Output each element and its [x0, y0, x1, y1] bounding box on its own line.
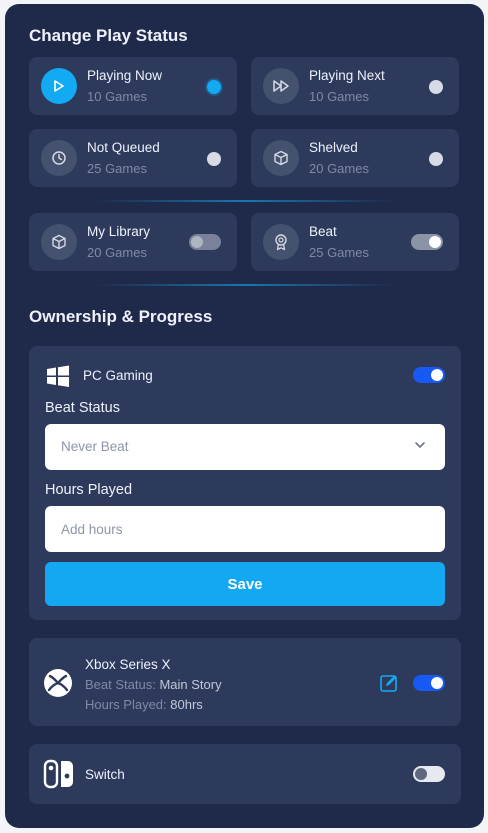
- toggle-knob: [431, 677, 443, 689]
- meta-value: 80hrs: [170, 697, 203, 712]
- toggle-card-label: Beat: [309, 224, 337, 239]
- award-icon: [263, 224, 299, 260]
- pc-gaming-card: PC Gaming Beat Status Never Beat Hours P…: [29, 346, 461, 620]
- meta-key: Beat Status:: [85, 677, 156, 692]
- beat-toggle[interactable]: [411, 234, 443, 250]
- divider: [95, 200, 395, 202]
- status-option-label: Not Queued: [87, 140, 160, 155]
- status-option-playing-next[interactable]: Playing Next 10 Games: [251, 57, 459, 115]
- divider: [95, 284, 395, 286]
- status-option-not-queued[interactable]: Not Queued 25 Games: [29, 129, 237, 187]
- beat-status-value: Never Beat: [61, 439, 129, 454]
- clock-icon: [41, 140, 77, 176]
- status-option-count: 20 Games: [309, 161, 369, 176]
- status-option-label: Shelved: [309, 140, 358, 155]
- radio-unselected[interactable]: [429, 152, 443, 166]
- windows-icon: [45, 364, 71, 393]
- save-button[interactable]: Save: [45, 562, 445, 606]
- toggle-knob: [415, 768, 427, 780]
- switch-toggle[interactable]: [413, 766, 445, 782]
- radio-unselected[interactable]: [429, 80, 443, 94]
- status-option-label: Playing Next: [309, 68, 385, 83]
- play-status-panel: Change Play Status Playing Now 10 Games …: [5, 4, 484, 828]
- platform-name: Xbox Series X: [85, 657, 171, 672]
- play-icon: [41, 68, 77, 104]
- toggle-card-count: 20 Games: [87, 245, 147, 260]
- status-option-playing-now[interactable]: Playing Now 10 Games: [29, 57, 237, 115]
- status-option-count: 25 Games: [87, 161, 147, 176]
- xbox-beat-status: Beat Status: Main Story: [85, 677, 222, 692]
- box-icon: [41, 224, 77, 260]
- toggle-card-label: My Library: [87, 224, 151, 239]
- status-option-shelved[interactable]: Shelved 20 Games: [251, 129, 459, 187]
- toggle-knob: [431, 369, 443, 381]
- meta-value: Main Story: [159, 677, 222, 692]
- platform-name: PC Gaming: [83, 368, 153, 383]
- xbox-card: Xbox Series X Beat Status: Main Story Ho…: [29, 638, 461, 726]
- pc-gaming-toggle[interactable]: [413, 367, 445, 383]
- xbox-toggle[interactable]: [413, 675, 445, 691]
- toggle-knob: [191, 236, 203, 248]
- beat-status-select[interactable]: Never Beat: [45, 424, 445, 470]
- chevron-down-icon: [413, 438, 427, 455]
- status-option-count: 10 Games: [309, 89, 369, 104]
- fast-forward-icon: [263, 68, 299, 104]
- toggle-card-count: 25 Games: [309, 245, 369, 260]
- section-title-ownership: Ownership & Progress: [29, 307, 213, 326]
- edit-icon[interactable]: [379, 673, 399, 698]
- toggle-knob: [429, 236, 441, 248]
- status-option-label: Playing Now: [87, 68, 163, 83]
- xbox-icon: [43, 668, 73, 703]
- platform-name: Switch: [85, 767, 125, 782]
- status-option-count: 10 Games: [87, 89, 147, 104]
- section-title-play-status: Change Play Status: [29, 26, 188, 45]
- meta-key: Hours Played:: [85, 697, 167, 712]
- xbox-hours-played: Hours Played: 80hrs: [85, 697, 203, 712]
- nintendo-switch-icon: [43, 759, 75, 794]
- radio-selected[interactable]: [207, 80, 221, 94]
- library-toggle-card[interactable]: My Library 20 Games: [29, 213, 237, 271]
- hours-played-input[interactable]: [45, 506, 445, 552]
- hours-played-label: Hours Played: [45, 482, 133, 498]
- radio-unselected[interactable]: [207, 152, 221, 166]
- beat-status-label: Beat Status: [45, 400, 120, 416]
- box-icon: [263, 140, 299, 176]
- beat-toggle-card[interactable]: Beat 25 Games: [251, 213, 459, 271]
- switch-card: Switch: [29, 744, 461, 804]
- my-library-toggle[interactable]: [189, 234, 221, 250]
